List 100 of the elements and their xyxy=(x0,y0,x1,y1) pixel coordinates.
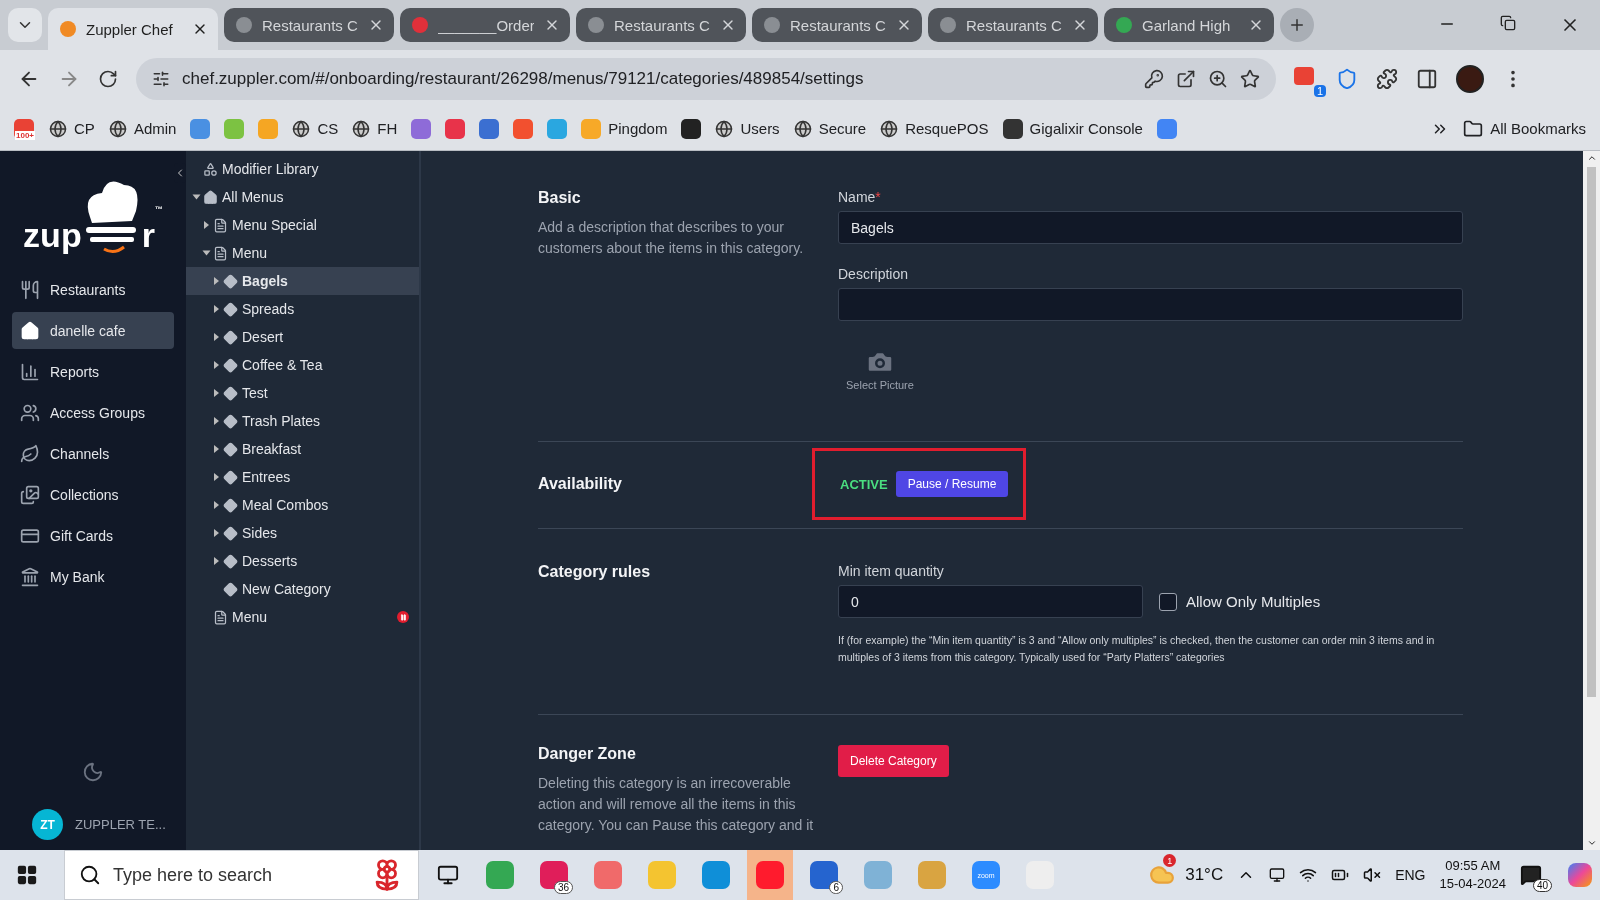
delete-category-button[interactable]: Delete Category xyxy=(838,745,949,777)
tree-item[interactable]: Menu xyxy=(186,239,419,267)
browser-tab[interactable]: Restaurants C xyxy=(576,8,746,42)
tree-item[interactable]: Bagels xyxy=(186,267,419,295)
bookmark-link[interactable]: CP xyxy=(74,120,95,137)
nav-item[interactable]: Gift Cards xyxy=(12,517,174,554)
pause-resume-button[interactable]: Pause / Resume xyxy=(895,471,1009,497)
globe-icon[interactable] xyxy=(793,119,812,138)
side-panel-icon[interactable] xyxy=(1416,67,1438,90)
caret-icon[interactable] xyxy=(204,221,209,229)
tree-item[interactable]: Spreads xyxy=(186,295,419,323)
nav-item[interactable]: danelle cafe xyxy=(12,312,174,349)
all-bookmarks-button[interactable]: All Bookmarks xyxy=(1463,118,1586,139)
scroll-down-icon[interactable] xyxy=(1586,838,1597,848)
tree-item[interactable]: Sides xyxy=(186,519,419,547)
new-tab-button[interactable] xyxy=(1280,8,1314,42)
taskbar-search-field[interactable]: Type here to search xyxy=(64,850,419,900)
nav-item[interactable]: Access Groups xyxy=(12,394,174,431)
globe-icon[interactable] xyxy=(715,119,734,138)
site-settings-icon[interactable] xyxy=(152,69,170,88)
tree-item[interactable]: Desert xyxy=(186,323,419,351)
taskbar-app[interactable]: 6 xyxy=(801,850,847,900)
browser-tab[interactable]: Garland High xyxy=(1104,8,1274,42)
caret-icon[interactable] xyxy=(202,250,211,256)
scrollbar[interactable] xyxy=(1583,151,1600,850)
caret-icon[interactable] xyxy=(214,389,219,397)
bookmark-link[interactable]: Gigalixir Console xyxy=(1029,120,1143,137)
globe-icon[interactable] xyxy=(352,119,371,138)
caret-icon[interactable] xyxy=(214,445,219,453)
extension-icon[interactable] xyxy=(1294,66,1314,85)
language-indicator[interactable]: ENG xyxy=(1395,867,1426,883)
tree-item[interactable]: All Menus xyxy=(186,183,419,211)
tree-item[interactable]: Menu Special xyxy=(186,211,419,239)
bookmark-link[interactable]: CS xyxy=(317,120,339,137)
bookmark-link[interactable]: Secure xyxy=(818,120,867,137)
key-icon[interactable] xyxy=(1144,68,1164,89)
tree-item[interactable]: Breakfast xyxy=(186,435,419,463)
globe-icon[interactable] xyxy=(880,119,899,138)
tree-item[interactable]: Entrees xyxy=(186,463,419,491)
caret-icon[interactable] xyxy=(214,417,219,425)
bookmark-icon[interactable] xyxy=(1002,118,1023,139)
tree-item[interactable]: Trash Plates xyxy=(186,407,419,435)
caret-icon[interactable] xyxy=(214,529,219,537)
bookmark-link[interactable]: ResquePOS xyxy=(905,120,989,137)
user-profile[interactable]: ZT ZUPPLER TE... xyxy=(12,809,166,840)
caret-icon[interactable] xyxy=(214,473,219,481)
bookmark-link[interactable]: Pingdom xyxy=(608,120,668,137)
nav-item[interactable]: Restaurants xyxy=(12,271,174,308)
browser-tab[interactable]: Restaurants C xyxy=(752,8,922,42)
wifi-icon[interactable] xyxy=(1299,866,1318,884)
bookmark-star-icon[interactable] xyxy=(1240,68,1260,89)
checkbox[interactable] xyxy=(1159,592,1177,611)
globe-icon[interactable] xyxy=(108,119,127,138)
puzzle-icon[interactable] xyxy=(1376,67,1398,90)
tree-item[interactable]: Desserts xyxy=(186,547,419,575)
nav-item[interactable]: Collections xyxy=(12,476,174,513)
address-bar[interactable]: chef.zuppler.com/#/onboarding/restaurant/26298/menus/79121/categories/489854/settings xyxy=(136,57,1276,100)
profile-avatar[interactable] xyxy=(1456,64,1484,93)
globe-icon[interactable] xyxy=(292,119,311,138)
copilot-icon[interactable] xyxy=(1568,863,1592,887)
scroll-up-icon[interactable] xyxy=(1586,153,1597,163)
bookmark-link[interactable]: FH xyxy=(377,120,398,137)
globe-icon[interactable] xyxy=(49,119,68,138)
mute-icon[interactable] xyxy=(1363,866,1382,884)
start-icon[interactable] xyxy=(16,864,38,886)
tree-item[interactable]: Meal Combos xyxy=(186,491,419,519)
min-quantity-field[interactable]: 0 xyxy=(838,585,1143,618)
browser-tab[interactable]: Restaurants C xyxy=(928,8,1098,42)
restore-icon[interactable] xyxy=(1500,15,1516,31)
nav-item[interactable]: Reports xyxy=(12,353,174,390)
bookmark-link[interactable]: Admin xyxy=(133,120,177,137)
reload-icon[interactable] xyxy=(98,68,118,89)
browser-tab[interactable]: Zuppler Chef xyxy=(48,8,218,50)
bookmark-icon[interactable] xyxy=(681,118,702,139)
tree-item[interactable]: Menu xyxy=(186,603,419,631)
tree-item[interactable]: New Category xyxy=(186,575,419,603)
caret-icon[interactable] xyxy=(214,277,219,285)
browser-tab[interactable]: _______Order xyxy=(400,8,570,42)
temperature[interactable]: 31°C xyxy=(1185,865,1224,885)
shield-icon[interactable] xyxy=(1336,67,1358,90)
caret-icon[interactable] xyxy=(214,501,219,509)
device-icon[interactable] xyxy=(1269,867,1286,883)
task-view-icon[interactable] xyxy=(437,864,459,886)
select-picture-button[interactable]: Select Picture xyxy=(846,347,914,391)
caret-icon[interactable] xyxy=(214,305,219,313)
description-field[interactable] xyxy=(838,288,1463,321)
tree-item[interactable]: Modifier Library xyxy=(186,155,419,183)
zoom-icon[interactable] xyxy=(1208,68,1228,89)
caret-icon[interactable] xyxy=(214,361,219,369)
tree-item[interactable]: Test xyxy=(186,379,419,407)
taskbar-app[interactable]: 36 xyxy=(531,850,577,900)
caret-icon[interactable] xyxy=(214,557,219,565)
name-field[interactable]: Bagels xyxy=(838,211,1463,244)
dark-mode-icon[interactable] xyxy=(82,761,104,783)
nav-item[interactable]: My Bank xyxy=(12,558,174,595)
nav-item[interactable]: Channels xyxy=(12,435,174,472)
browser-tab[interactable]: Restaurants C xyxy=(224,8,394,42)
caret-icon[interactable] xyxy=(214,333,219,341)
open-icon[interactable] xyxy=(1176,68,1196,89)
bookmark-link[interactable]: Users xyxy=(740,120,780,137)
